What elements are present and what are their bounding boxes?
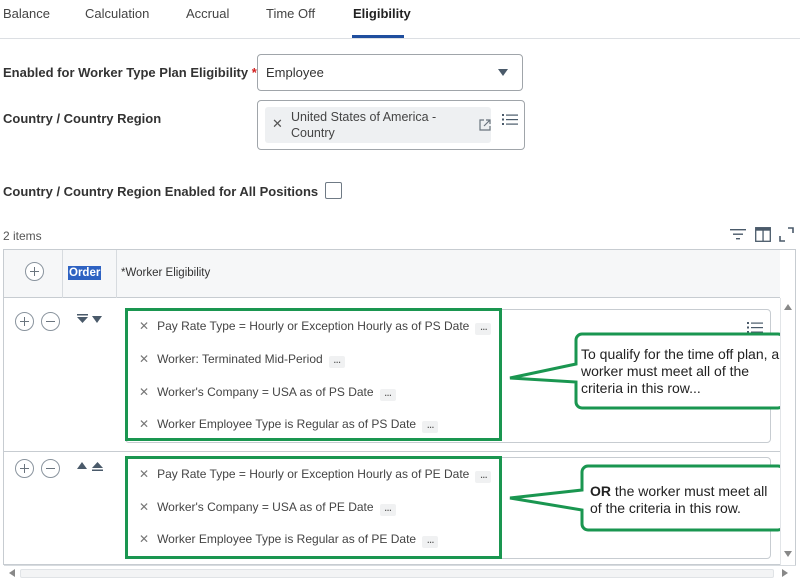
callout-text-first: To qualify for the time off plan, a work… — [581, 346, 780, 396]
expand-icon[interactable] — [779, 227, 794, 242]
move-up-icon[interactable] — [77, 461, 103, 471]
country-multiselect[interactable]: ✕ United States of America - Country — [257, 100, 525, 150]
tab-accrual[interactable]: Accrual — [186, 6, 229, 21]
remove-icon[interactable]: ✕ — [272, 116, 283, 132]
all-positions-checkbox[interactable] — [325, 182, 342, 199]
header-divider — [62, 250, 63, 298]
worker-type-label: Enabled for Worker Type Plan Eligibility… — [3, 65, 257, 80]
chevron-down-icon — [498, 69, 508, 76]
vertical-scrollbar[interactable] — [780, 298, 795, 565]
annotation-highlight — [125, 456, 502, 559]
callout-second-rest: the worker must meet all of the criteria… — [590, 483, 768, 516]
callout-text-second: OR the worker must meet all of the crite… — [590, 483, 782, 517]
tab-calculation[interactable]: Calculation — [85, 6, 149, 21]
header-divider — [116, 250, 117, 298]
worker-type-select[interactable]: Employee — [257, 54, 523, 91]
list-icon[interactable] — [502, 113, 518, 126]
all-positions-label: Country / Country Region Enabled for All… — [3, 184, 319, 199]
row-divider — [4, 451, 780, 452]
items-count: 2 items — [3, 229, 42, 243]
remove-row-icon[interactable] — [41, 312, 60, 331]
country-label: Country / Country Region — [3, 111, 162, 126]
annotation-highlight — [125, 308, 502, 441]
remove-row-icon[interactable] — [41, 459, 60, 478]
scrollbar-thumb[interactable] — [20, 569, 774, 578]
tab-eligibility[interactable]: Eligibility — [353, 6, 411, 21]
horizontal-scrollbar[interactable] — [4, 565, 796, 580]
add-row-icon[interactable] — [25, 262, 44, 281]
scroll-up-icon[interactable] — [784, 304, 792, 310]
active-tab-indicator — [352, 35, 404, 38]
move-down-icon[interactable] — [77, 314, 103, 324]
open-external-icon[interactable] — [479, 119, 491, 131]
tab-bar: Balance Calculation Accrual Time Off Eli… — [0, 0, 800, 39]
country-pill: ✕ United States of America - Country — [265, 107, 491, 143]
add-row-icon[interactable] — [15, 459, 34, 478]
worker-type-value: Employee — [266, 65, 324, 80]
add-row-icon[interactable] — [15, 312, 34, 331]
column-header-worker-eligibility[interactable]: *Worker Eligibility — [121, 267, 210, 279]
scroll-left-icon[interactable] — [9, 569, 15, 577]
columns-icon[interactable] — [755, 227, 771, 242]
filter-icon[interactable] — [730, 228, 746, 241]
worker-type-label-text: Enabled for Worker Type Plan Eligibility — [3, 65, 249, 80]
column-header-order[interactable]: Order — [68, 266, 102, 280]
scroll-right-icon[interactable] — [782, 569, 788, 577]
tab-time-off[interactable]: Time Off — [266, 6, 315, 21]
scroll-down-icon[interactable] — [784, 551, 792, 557]
callout-or: OR — [590, 483, 611, 499]
tab-balance[interactable]: Balance — [3, 6, 50, 21]
country-pill-text: United States of America - Country — [291, 110, 437, 140]
